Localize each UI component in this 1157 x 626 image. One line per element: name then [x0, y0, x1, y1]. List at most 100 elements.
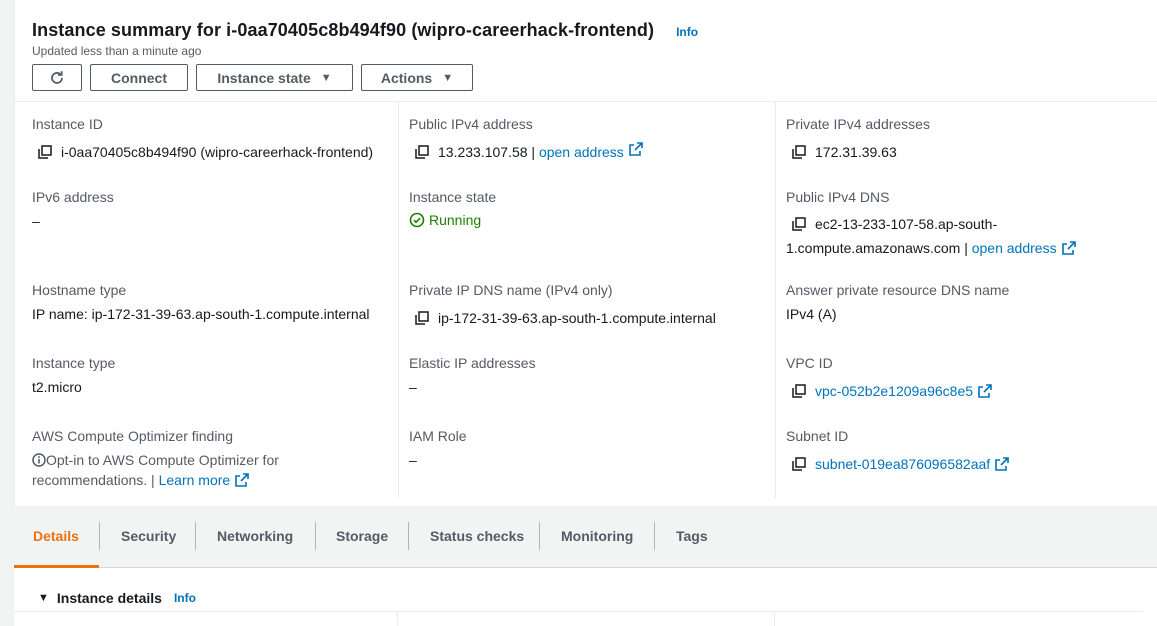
subnet-id-link[interactable]: subnet-019ea876096582aaf [815, 454, 990, 474]
instance-id-value: i-0aa70405c8b494f90 (wipro-careerhack-fr… [61, 144, 374, 160]
copy-icon[interactable] [415, 145, 429, 159]
field-private-ipv4: Private IPv4 addresses 172.31.39.63 [786, 116, 930, 162]
answer-dns-value: IPv4 (A) [786, 306, 837, 322]
tab-label: Security [121, 528, 177, 544]
section-title: Instance details [56, 590, 162, 606]
tab-label: Monitoring [561, 528, 634, 544]
status-badge: Running [409, 212, 496, 228]
field-instance-type: Instance type t2.micro [32, 355, 115, 397]
external-link-icon[interactable] [235, 473, 249, 487]
tab-status-checks[interactable]: Status checks [430, 528, 524, 544]
iam-role-value: – [409, 452, 417, 468]
info-circle-icon [32, 453, 46, 467]
public-dns-value-cont: 1.compute.amazonaws.com | [786, 240, 968, 256]
tab-label: Storage [336, 528, 389, 544]
optimizer-text: Opt-in to AWS Compute Optimizer for [46, 452, 279, 468]
refresh-button[interactable] [32, 64, 82, 91]
divider [14, 611, 1143, 612]
external-link-icon[interactable] [628, 142, 643, 156]
field-label: VPC ID [786, 355, 833, 371]
field-public-ipv4: Public IPv4 address 13.233.107.58 | open… [409, 116, 643, 162]
info-link[interactable]: Info [676, 25, 698, 39]
field-label: Private IP DNS name (IPv4 only) [409, 282, 613, 298]
updated-text: Updated less than a minute ago [32, 44, 202, 58]
external-link-icon[interactable] [978, 384, 992, 398]
field-iam-role: IAM Role – [409, 428, 467, 470]
public-dns-value: ec2-13-233-107-58.ap-south- [815, 216, 998, 232]
tab-monitoring[interactable]: Monitoring [561, 528, 633, 544]
instance-type-value: t2.micro [32, 379, 82, 395]
field-elastic-ip: Elastic IP addresses – [409, 355, 536, 397]
field-label: Instance ID [32, 116, 103, 132]
column-divider [398, 102, 399, 498]
private-dns-value: ip-172-31-39-63.ap-south-1.compute.inter… [438, 310, 716, 326]
hostname-type-value: IP name: ip-172-31-39-63.ap-south-1.comp… [32, 306, 370, 322]
divider [15, 101, 1157, 102]
ipv6-value: – [32, 213, 40, 229]
tab-networking[interactable]: Networking [217, 528, 293, 544]
caret-down-icon: ▼ [38, 592, 49, 604]
instance-details-toggle[interactable]: ▼ Instance details Info [38, 590, 196, 606]
tab-label: Networking [217, 528, 294, 544]
field-label: Elastic IP addresses [409, 355, 536, 371]
tab-label: Details [33, 528, 79, 544]
tab-details[interactable]: Details [33, 528, 79, 544]
elastic-ip-value: – [409, 379, 417, 395]
public-ipv4-value: 13.233.107.58 | [438, 144, 536, 160]
external-link-icon[interactable] [1061, 241, 1076, 255]
actions-label: Actions [380, 69, 433, 86]
connect-button[interactable]: Connect [90, 64, 188, 91]
field-label: Answer private resource DNS name [786, 282, 1010, 298]
copy-icon[interactable] [792, 217, 806, 231]
copy-icon[interactable] [792, 457, 806, 471]
tab-label: Status checks [430, 528, 525, 544]
field-ipv6: IPv6 address – [32, 189, 114, 231]
learn-more-link[interactable]: Learn more [159, 472, 231, 488]
copy-icon[interactable] [38, 145, 52, 159]
field-label: IPv6 address [32, 189, 114, 205]
field-label: Public IPv4 DNS [786, 189, 890, 205]
field-instance-state: Instance state Running [409, 189, 496, 228]
vpc-id-link[interactable]: vpc-052b2e1209a96c8e5 [815, 381, 973, 401]
field-label: Instance type [32, 355, 116, 371]
private-ipv4-value: 172.31.39.63 [815, 144, 897, 160]
caret-down-icon: ▼ [442, 71, 454, 84]
instance-summary-panel: Instance summary for i-0aa70405c8b494f90… [14, 0, 1157, 506]
instance-state-button[interactable]: Instance state ▼ [196, 64, 353, 91]
page-title: Instance summary for i-0aa70405c8b494f90… [32, 20, 655, 40]
field-label: AWS Compute Optimizer finding [32, 428, 233, 444]
field-label: Hostname type [32, 282, 127, 298]
field-label: Public IPv4 address [409, 116, 533, 132]
field-instance-id: Instance ID i-0aa70405c8b494f90 (wipro-c… [32, 116, 373, 162]
column-divider [774, 612, 775, 626]
external-link-icon[interactable] [995, 457, 1009, 471]
info-link[interactable]: Info [174, 591, 196, 605]
field-subnet-id: Subnet ID subnet-019ea876096582aaf [786, 428, 1009, 474]
optimizer-text-cont: recommendations. | [32, 472, 155, 488]
actions-button[interactable]: Actions ▼ [361, 64, 473, 91]
column-divider [397, 612, 398, 626]
copy-icon[interactable] [415, 311, 429, 325]
tab-tags[interactable]: Tags [676, 528, 708, 544]
instance-state-label: Instance state [217, 69, 311, 86]
field-label: IAM Role [409, 428, 467, 444]
summary-header: Instance summary for i-0aa70405c8b494f90… [32, 20, 698, 91]
field-hostname-type: Hostname type IP name: ip-172-31-39-63.a… [32, 282, 370, 324]
field-label: Instance state [409, 189, 497, 205]
tab-storage[interactable]: Storage [336, 528, 388, 544]
open-address-link[interactable]: open address [539, 142, 624, 162]
tab-divider [99, 522, 100, 550]
tab-divider [539, 522, 540, 550]
tab-divider [195, 522, 196, 550]
open-address-link[interactable]: open address [972, 240, 1057, 256]
field-public-dns: Public IPv4 DNS ec2-13-233-107-58.ap-sou… [786, 189, 1116, 258]
field-private-dns: Private IP DNS name (IPv4 only) ip-172-3… [409, 282, 716, 328]
copy-icon[interactable] [792, 384, 806, 398]
field-vpc-id: VPC ID vpc-052b2e1209a96c8e5 [786, 355, 992, 401]
tab-divider [654, 522, 655, 550]
copy-icon[interactable] [792, 145, 806, 159]
tab-security[interactable]: Security [121, 528, 176, 544]
tab-divider [315, 522, 316, 550]
refresh-icon [51, 70, 63, 84]
field-label: Private IPv4 addresses [786, 116, 930, 132]
